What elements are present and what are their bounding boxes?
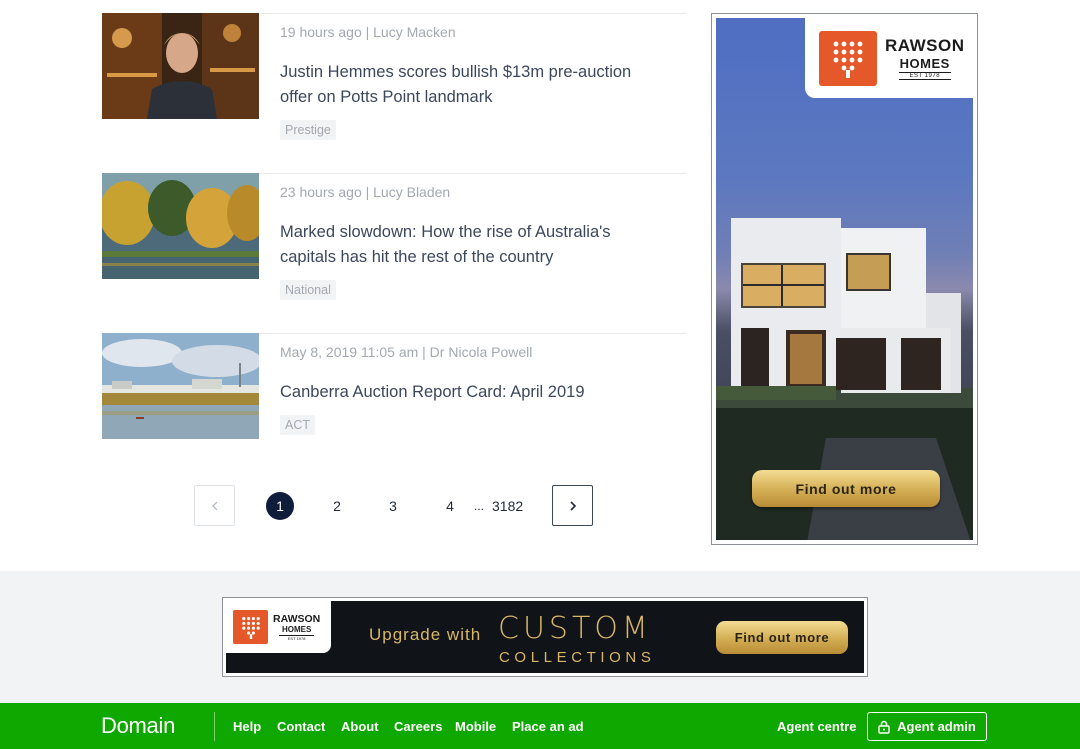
banner-brand-text: RAWSON HOMES EST 1978 (273, 613, 321, 641)
article-body: May 8, 2019 11:05 am | Dr Nicola Powell … (259, 333, 686, 439)
article-headline[interactable]: Justin Hemmes scores bullish $13m pre-au… (280, 60, 660, 110)
article-headline[interactable]: Canberra Auction Report Card: April 2019 (280, 380, 660, 405)
footer-link-place-an-ad[interactable]: Place an ad (512, 719, 584, 734)
site-footer: Domain Help Contact About Careers Mobile… (0, 703, 1080, 749)
article-thumbnail[interactable] (102, 333, 259, 439)
page-button-2[interactable]: 2 (323, 492, 351, 520)
footer-link-careers[interactable]: Careers (394, 719, 442, 734)
page-button-1[interactable]: 1 (266, 492, 294, 520)
advertisement-band: RAWSON HOMES EST 1978 Upgrade with CUSTO… (0, 571, 1080, 703)
find-out-more-button[interactable]: Find out more (752, 470, 940, 507)
footer-link-agent-centre[interactable]: Agent centre (777, 719, 856, 734)
next-page-button[interactable] (552, 485, 593, 526)
article-body: 23 hours ago | Lucy Bladen Marked slowdo… (259, 173, 686, 300)
domain-logo[interactable]: Domain (101, 713, 175, 739)
banner-custom-text: CUSTOM (498, 611, 652, 646)
rawson-logo-icon (233, 610, 268, 644)
article-meta: 19 hours ago | Lucy Macken (280, 24, 456, 40)
article-thumbnail[interactable] (102, 173, 259, 279)
banner-logo: RAWSON HOMES EST 1978 (226, 601, 331, 653)
footer-link-mobile[interactable]: Mobile (455, 719, 496, 734)
banner-collections-text: COLLECTIONS (499, 649, 656, 666)
list-item[interactable]: 19 hours ago | Lucy Macken Justin Hemmes… (102, 13, 686, 143)
banner-creative[interactable]: RAWSON HOMES EST 1978 Upgrade with CUSTO… (226, 601, 864, 673)
article-meta: May 8, 2019 11:05 am | Dr Nicola Powell (280, 344, 533, 360)
ad-logo: RAWSON HOMES EST 1978 (805, 18, 973, 98)
article-thumbnail[interactable] (102, 13, 259, 119)
pagination-ellipsis: ... (474, 499, 485, 513)
footer-link-help[interactable]: Help (233, 719, 261, 734)
rawson-logo-icon (819, 30, 877, 86)
pagination: 1 2 3 4 ... 3182 (194, 485, 594, 526)
article-headline[interactable]: Marked slowdown: How the rise of Austral… (280, 220, 660, 270)
footer-link-contact[interactable]: Contact (277, 719, 325, 734)
prev-page-button[interactable] (194, 485, 235, 526)
banner-find-out-more-button[interactable]: Find out more (716, 621, 848, 654)
page-button-last[interactable]: 3182 (492, 492, 523, 520)
article-body: 19 hours ago | Lucy Macken Justin Hemmes… (259, 13, 686, 140)
ad-brand-text: RAWSON HOMES EST 1978 (885, 36, 965, 80)
chevron-right-icon (569, 500, 576, 511)
list-item[interactable]: 23 hours ago | Lucy Bladen Marked slowdo… (102, 173, 686, 303)
page-button-4[interactable]: 4 (436, 492, 464, 520)
chevron-left-icon (211, 501, 217, 510)
agent-admin-button[interactable]: Agent admin (867, 712, 987, 741)
ad-creative[interactable]: RAWSON HOMES EST 1978 Find out more (716, 18, 973, 540)
banner-upgrade-text: Upgrade with (369, 625, 482, 644)
article-tag[interactable]: National (280, 280, 336, 300)
article-meta: 23 hours ago | Lucy Bladen (280, 184, 451, 200)
list-item[interactable]: May 8, 2019 11:05 am | Dr Nicola Powell … (102, 333, 686, 463)
agent-admin-label: Agent admin (897, 719, 976, 734)
banner-advertisement[interactable]: RAWSON HOMES EST 1978 Upgrade with CUSTO… (222, 597, 868, 677)
side-advertisement[interactable]: RAWSON HOMES EST 1978 Find out more (711, 13, 978, 545)
lock-icon (878, 720, 890, 734)
article-tag[interactable]: ACT (280, 415, 315, 435)
footer-divider (214, 712, 215, 741)
footer-link-about[interactable]: About (341, 719, 379, 734)
article-tag[interactable]: Prestige (280, 120, 336, 140)
page-button-3[interactable]: 3 (379, 492, 407, 520)
